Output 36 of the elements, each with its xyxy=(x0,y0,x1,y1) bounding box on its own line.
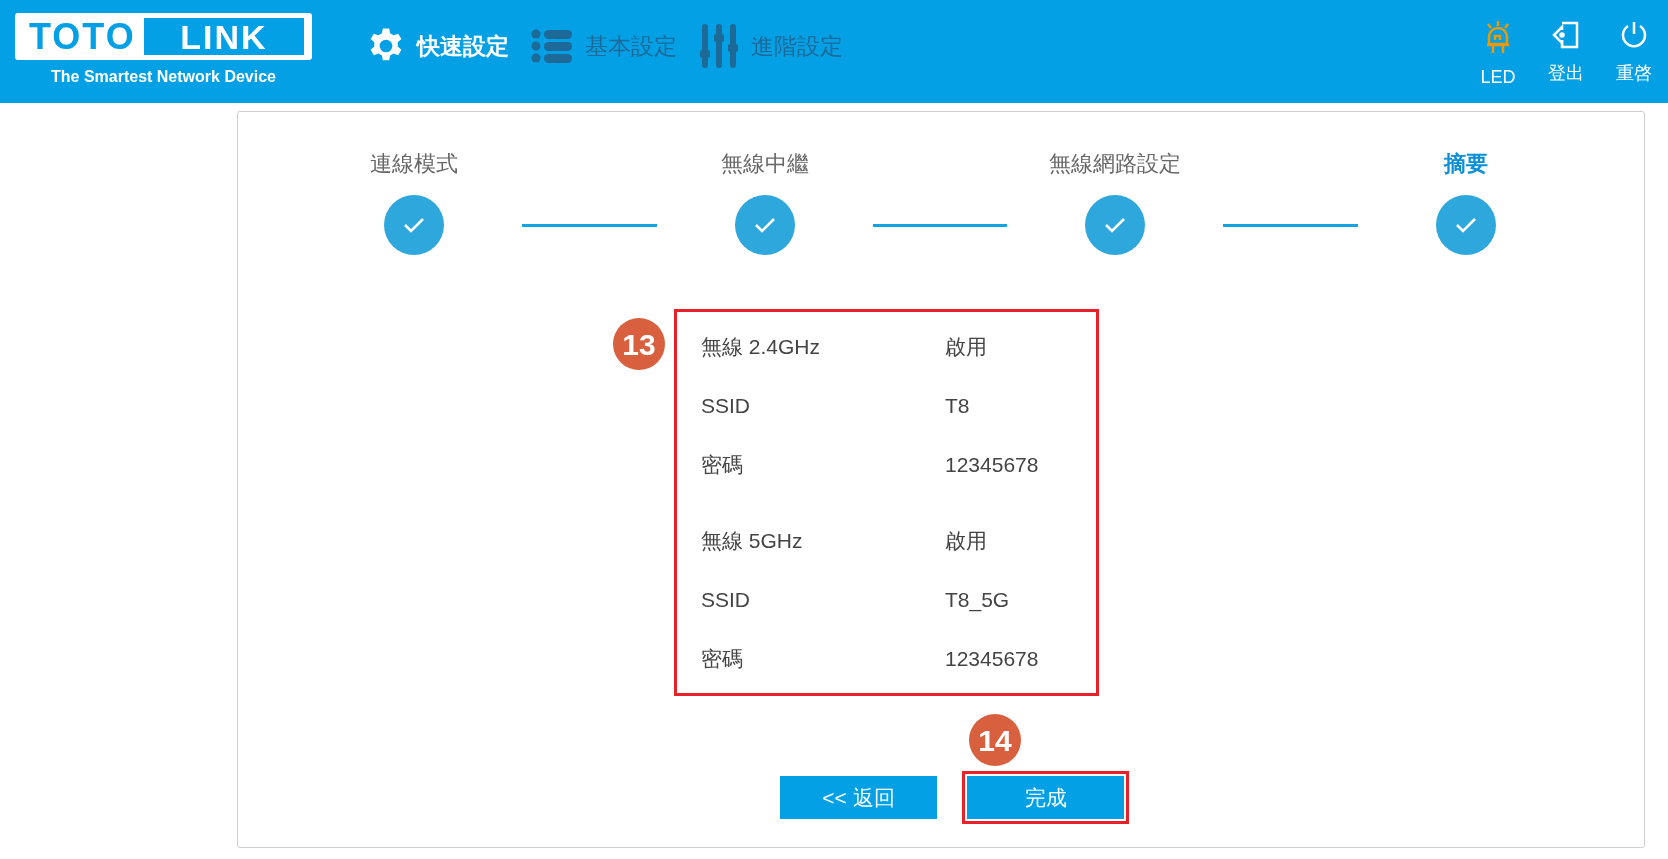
header-action-button[interactable]: 重啓 xyxy=(1614,20,1654,91)
wizard-button[interactable]: 完成 xyxy=(967,776,1124,819)
step-label: 無線網路設定 xyxy=(1049,150,1182,178)
logo-tagline: The Smartest Network Device xyxy=(51,67,276,87)
checkmark-icon xyxy=(1104,217,1127,233)
summary-value: T8_5G xyxy=(945,586,1010,614)
step-label: 無線中繼 xyxy=(720,150,809,178)
summary-label: SSID xyxy=(701,392,751,419)
summary-value: 啟用 xyxy=(945,527,987,554)
sliders-icon xyxy=(699,24,739,68)
step-label: 摘要 xyxy=(1444,150,1488,178)
logout-icon xyxy=(1551,20,1581,50)
summary-value: T8 xyxy=(945,392,970,419)
summary-label: SSID xyxy=(701,586,751,613)
nav-tab[interactable]: 快速設定 xyxy=(367,27,509,65)
brand-logo: TOTO LINK xyxy=(15,13,312,60)
summary-label: 密碼 xyxy=(701,451,744,478)
step-label: 連線模式 xyxy=(370,150,458,178)
summary-value: 12345678 xyxy=(945,451,1039,478)
nav-tab[interactable]: 基本設定 xyxy=(531,28,677,64)
summary-label: 密碼 xyxy=(701,645,744,672)
checkmark-icon xyxy=(403,217,425,233)
nav-tab[interactable]: 進階設定 xyxy=(699,24,843,68)
header-action-button[interactable]: 登出 xyxy=(1546,20,1586,91)
step-number-badge: 14 xyxy=(969,714,1021,766)
summary-value: 啟用 xyxy=(945,333,987,360)
list-icon xyxy=(531,28,573,64)
header-action-button[interactable]: LED xyxy=(1478,20,1518,91)
step-number-badge: 13 xyxy=(613,318,665,370)
summary-label: 無線 5GHz xyxy=(701,527,804,554)
checkmark-icon xyxy=(1455,217,1477,233)
checkmark-icon xyxy=(753,217,776,233)
wizard-button[interactable]: << 返回 xyxy=(780,776,937,819)
summary-label: 無線 2.4GHz xyxy=(701,333,822,360)
power-icon xyxy=(1619,20,1649,50)
summary-value: 12345678 xyxy=(945,645,1039,672)
